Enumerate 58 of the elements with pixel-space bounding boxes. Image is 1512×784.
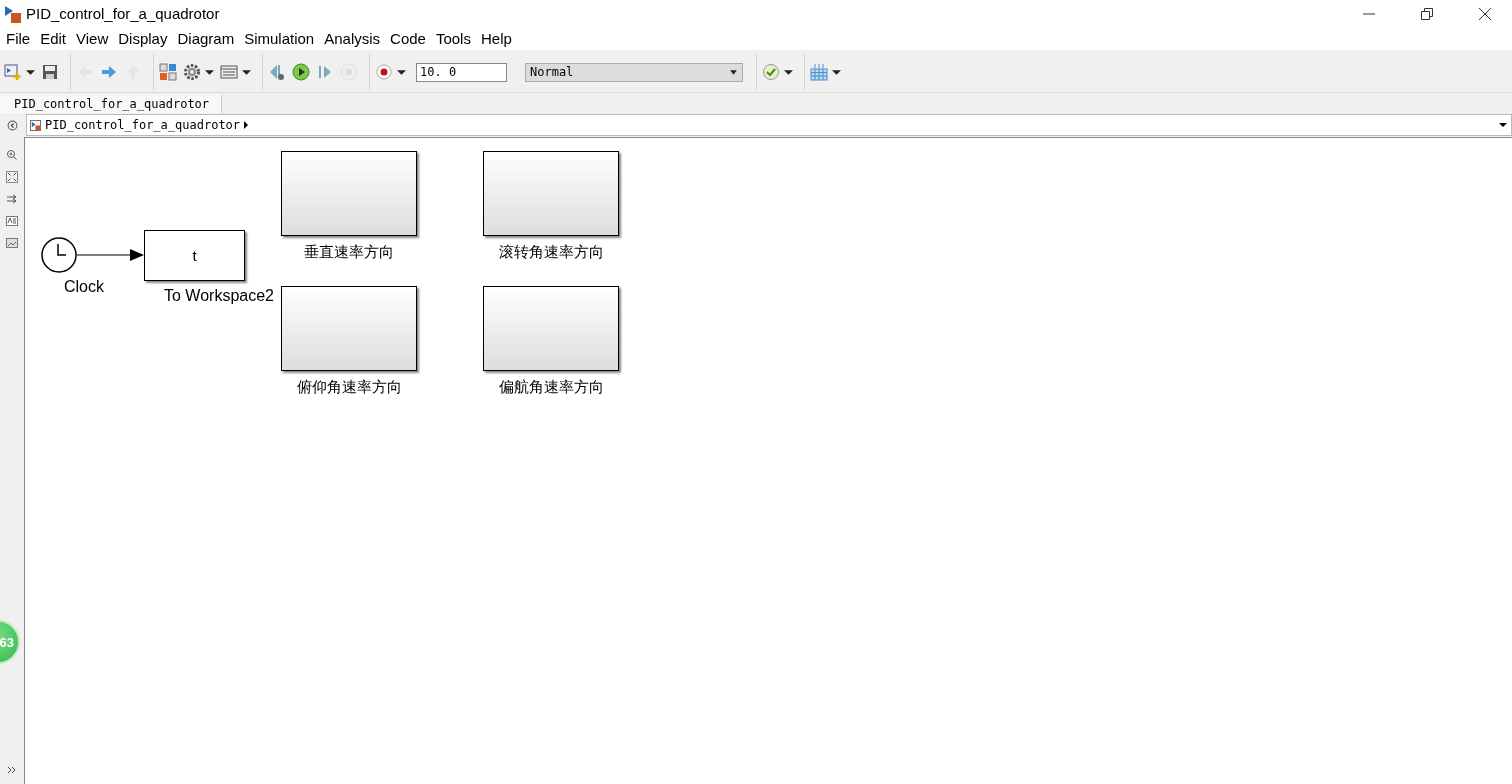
clock-block[interactable]: [40, 236, 78, 274]
block-label: Clock: [63, 278, 105, 296]
breadcrumb-link[interactable]: PID_control_for_a_quadrotor: [45, 118, 241, 132]
caret-icon[interactable]: [242, 69, 251, 75]
model-explorer-icon[interactable]: [220, 63, 238, 81]
scope-block[interactable]: [483, 151, 619, 236]
menu-item[interactable]: Code: [390, 30, 426, 47]
model-icon: [30, 119, 41, 131]
model-tab[interactable]: PID_control_for_a_quadrotor: [0, 95, 223, 113]
run-icon[interactable]: [292, 63, 310, 81]
step-back-icon[interactable]: [268, 63, 286, 81]
signal-line: [77, 248, 145, 262]
new-model-icon[interactable]: [4, 63, 22, 81]
stop-time-field[interactable]: 10. 0: [416, 62, 507, 82]
menu-item[interactable]: Edit: [40, 30, 67, 47]
restore-icon[interactable]: [1421, 7, 1433, 20]
hide-browser-icon[interactable]: [7, 119, 18, 131]
block-label: 滚转角速率方向: [497, 243, 605, 262]
forward-arrow-icon[interactable]: [100, 63, 118, 81]
menu-item[interactable]: View: [76, 30, 109, 47]
menu-item[interactable]: Simulation: [244, 30, 315, 47]
fit-view-icon[interactable]: [6, 171, 18, 183]
menu-item[interactable]: Diagram: [177, 30, 235, 47]
arrows-icon[interactable]: [6, 193, 18, 205]
zoom-icon[interactable]: [6, 149, 18, 161]
scope-block[interactable]: [281, 286, 417, 371]
caret-icon[interactable]: [244, 121, 249, 129]
to-workspace-block[interactable]: t: [144, 230, 245, 281]
block-label: To Workspace2: [163, 287, 275, 305]
annotation-icon[interactable]: [6, 215, 18, 227]
menu-item[interactable]: Display: [118, 30, 168, 47]
save-icon[interactable]: [41, 63, 59, 81]
record-icon[interactable]: [375, 63, 393, 81]
block-label: 偏航角速率方向: [497, 378, 605, 397]
library-icon[interactable]: [159, 63, 177, 81]
menu-item[interactable]: Help: [480, 30, 512, 47]
scope-block[interactable]: [483, 286, 619, 371]
gear-icon[interactable]: [183, 63, 201, 81]
caret-icon[interactable]: [397, 69, 406, 75]
caret-icon[interactable]: [784, 69, 793, 75]
menu-item[interactable]: Analysis: [324, 30, 381, 47]
dropdown-caret-icon[interactable]: [1499, 123, 1507, 127]
scope-block[interactable]: [281, 151, 417, 236]
caret-icon[interactable]: [832, 69, 841, 75]
close-icon[interactable]: [1479, 7, 1491, 20]
caret-icon[interactable]: [26, 69, 35, 75]
model-icon: [4, 4, 22, 23]
block-label: 垂直速率方向: [303, 243, 395, 262]
window-title: PID_control_for_a_quadrotor: [26, 5, 220, 22]
menu-item[interactable]: Tools: [435, 30, 471, 47]
menu-item[interactable]: File: [6, 30, 31, 47]
expand-icon[interactable]: [6, 764, 18, 776]
block-label: 俯仰角速率方向: [295, 378, 403, 397]
image-icon[interactable]: [6, 237, 18, 249]
simulation-mode-dropdown[interactable]: Normal: [525, 62, 743, 82]
check-icon[interactable]: [762, 63, 780, 81]
caret-icon[interactable]: [205, 69, 214, 75]
caret-icon[interactable]: [729, 69, 738, 75]
